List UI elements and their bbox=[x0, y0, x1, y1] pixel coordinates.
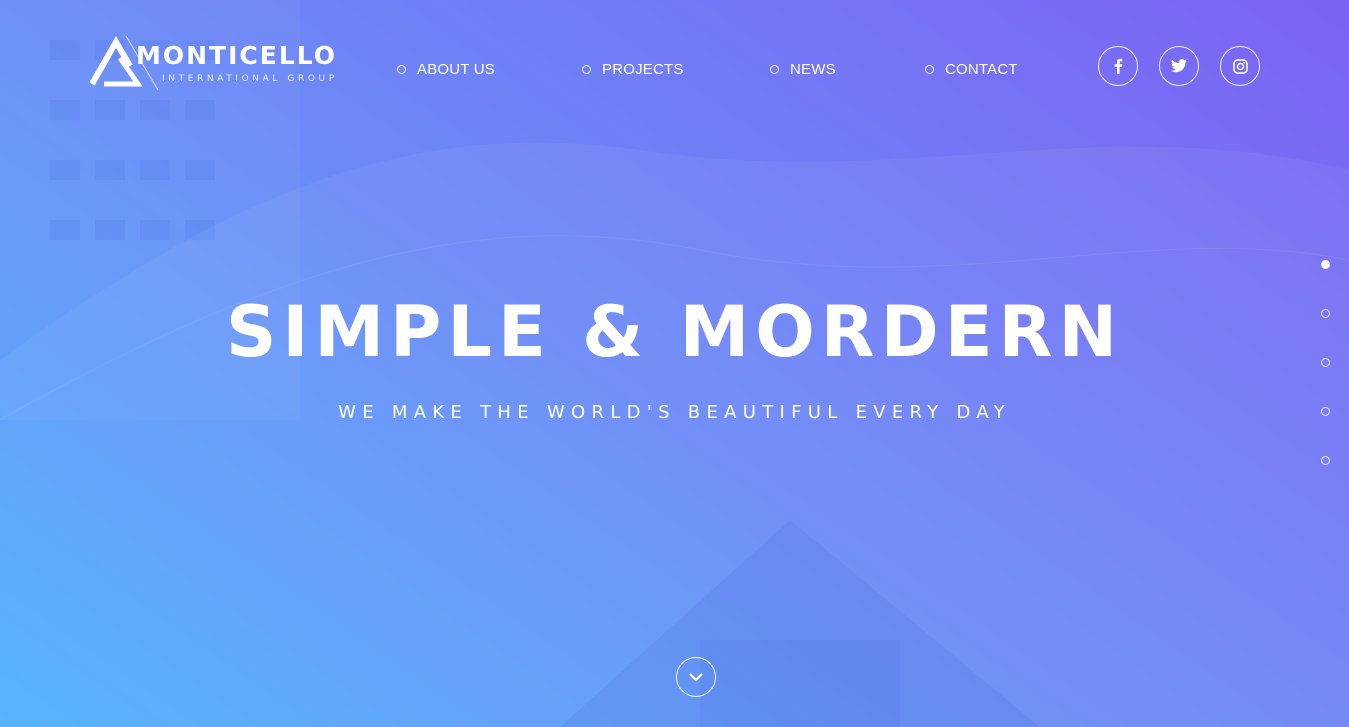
nav-label: PROJECTS bbox=[602, 61, 684, 78]
slide-indicator-4[interactable] bbox=[1321, 407, 1330, 416]
facebook-button[interactable] bbox=[1098, 46, 1138, 86]
nav-item-about-us[interactable]: ABOUT US bbox=[397, 61, 495, 78]
site-header: MONTICELLO INTERNATIONAL GROUP ABOUT US … bbox=[0, 0, 1349, 130]
slide-indicator-1[interactable] bbox=[1321, 260, 1330, 269]
instagram-icon bbox=[1232, 58, 1248, 74]
nav-label: CONTACT bbox=[945, 61, 1018, 78]
nav-label: ABOUT US bbox=[417, 61, 496, 78]
chevron-down-icon bbox=[689, 672, 703, 681]
nav-dot-icon bbox=[397, 65, 406, 74]
nav-dot-icon bbox=[925, 65, 934, 74]
slide-indicator-2[interactable] bbox=[1321, 309, 1330, 318]
brand-tagline: INTERNATIONAL GROUP bbox=[162, 74, 338, 84]
brand-name: MONTICELLO bbox=[136, 41, 338, 70]
slide-indicator-3[interactable] bbox=[1321, 358, 1330, 367]
instagram-button[interactable] bbox=[1220, 46, 1260, 86]
twitter-button[interactable] bbox=[1159, 46, 1199, 86]
nav-dot-icon bbox=[770, 65, 779, 74]
nav-item-contact[interactable]: CONTACT bbox=[925, 61, 1018, 78]
facebook-icon bbox=[1114, 58, 1123, 74]
nav-item-projects[interactable]: PROJECTS bbox=[582, 61, 684, 78]
nav-label: NEWS bbox=[790, 61, 836, 78]
brand-logo[interactable]: MONTICELLO INTERNATIONAL GROUP bbox=[90, 36, 340, 96]
nav-dot-icon bbox=[582, 65, 591, 74]
slide-indicator-5[interactable] bbox=[1321, 456, 1330, 465]
hero-headline: SIMPLE & MORDERN bbox=[225, 291, 1124, 373]
hero-subheadline: WE MAKE THE WORLD'S BEAUTIFUL EVERY DAY bbox=[338, 402, 1011, 423]
nav-item-news[interactable]: NEWS bbox=[770, 61, 836, 78]
twitter-icon bbox=[1171, 59, 1187, 73]
hero-section: MONTICELLO INTERNATIONAL GROUP ABOUT US … bbox=[0, 0, 1349, 727]
scroll-down-button[interactable] bbox=[676, 657, 716, 697]
